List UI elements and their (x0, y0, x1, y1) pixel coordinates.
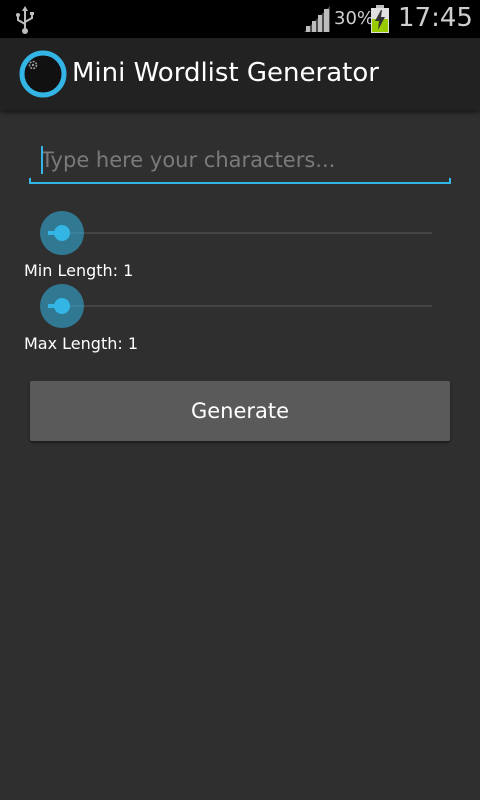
battery-percent: 30% (334, 8, 375, 29)
action-bar: Mini Wordlist Generator (0, 38, 480, 110)
slider-track (62, 305, 432, 307)
input-underline (29, 178, 451, 184)
slider-thumb[interactable] (40, 284, 84, 328)
slider-track (62, 232, 432, 234)
signal-icon (304, 6, 330, 32)
generate-button[interactable]: Generate (30, 381, 450, 441)
characters-input-container (29, 140, 451, 184)
min-length-slider[interactable] (30, 209, 434, 257)
app-title: Mini Wordlist Generator (72, 58, 379, 88)
slider-thumb-dot (54, 225, 70, 241)
app-logo-icon[interactable] (19, 50, 67, 98)
characters-input[interactable] (29, 140, 451, 180)
clock: 17:45 (398, 3, 473, 33)
battery-charging-icon (371, 5, 389, 33)
slider-thumb[interactable] (40, 211, 84, 255)
max-length-label: Max Length: 1 (24, 334, 139, 353)
usb-icon (16, 6, 34, 34)
max-length-slider[interactable] (30, 282, 434, 330)
min-length-label: Min Length: 1 (24, 261, 134, 280)
status-bar: 30% 17:45 (0, 0, 480, 38)
text-cursor (41, 146, 43, 174)
slider-thumb-dot (54, 298, 70, 314)
